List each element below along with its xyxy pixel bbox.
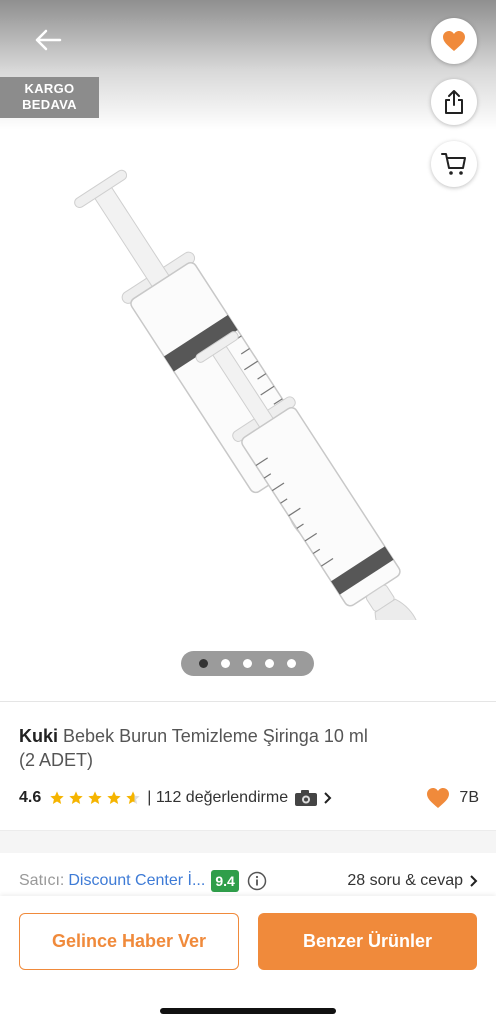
section-divider	[0, 830, 496, 853]
star-icon	[107, 791, 121, 804]
seller-label: Satıcı:	[19, 872, 65, 889]
pager-dot-1[interactable]	[199, 659, 209, 668]
questions-count: 28 soru & cevap	[347, 872, 463, 889]
notify-when-available-button[interactable]: Gelince Haber Ver	[19, 913, 239, 970]
back-button[interactable]	[28, 22, 68, 58]
image-pager	[181, 651, 314, 676]
heart-icon	[427, 788, 450, 808]
rating-value: 4.6	[19, 789, 42, 806]
similar-products-button[interactable]: Benzer Ürünler	[258, 913, 477, 970]
reviews-link[interactable]: | 112 değerlendirme	[147, 789, 333, 807]
product-brand[interactable]: Kuki	[19, 726, 58, 746]
bottom-action-bar: Gelince Haber Ver Benzer Ürünler	[0, 896, 496, 1024]
star-icon	[69, 791, 83, 804]
seller-link[interactable]: Discount Center İ...	[68, 872, 205, 890]
chevron-right-icon	[470, 875, 478, 887]
favorites-count-button[interactable]: 7B	[425, 787, 479, 809]
chevron-right-icon	[324, 792, 332, 804]
rating-row: 4.6 | 112 değerlendirme 7B	[19, 786, 479, 810]
pager-dot-3[interactable]	[242, 659, 252, 668]
camera-icon	[295, 790, 318, 806]
seller-row: Satıcı: Discount Center İ... 9.4 28 soru…	[19, 868, 479, 894]
badge-line-2: BEDAVA	[22, 97, 77, 112]
badge-line-1: KARGO	[24, 81, 75, 96]
pager-dot-5[interactable]	[286, 659, 296, 668]
star-icon	[50, 791, 64, 804]
heart-icon	[443, 31, 465, 51]
rating-stars	[49, 790, 141, 806]
info-icon	[247, 871, 267, 891]
share-icon	[445, 90, 463, 114]
star-icon	[88, 791, 102, 804]
home-indicator	[160, 1008, 336, 1014]
questions-link[interactable]: 28 soru & cevap	[347, 872, 479, 890]
product-name-line2: (2 ADET)	[19, 750, 94, 770]
favorite-button[interactable]	[431, 18, 477, 64]
seller-score-badge: 9.4	[211, 870, 239, 892]
divider	[0, 701, 496, 702]
info-button[interactable]	[247, 871, 267, 891]
free-shipping-badge: KARGO BEDAVA	[0, 77, 99, 118]
favorites-count: 7B	[459, 789, 479, 806]
product-title: Kuki Bebek Burun Temizleme Şiringa 10 ml…	[19, 724, 439, 772]
pager-dot-2[interactable]	[221, 659, 231, 668]
half-star-icon	[126, 791, 140, 804]
product-name: Bebek Burun Temizleme Şiringa 10 ml	[63, 726, 368, 746]
pager-dot-4[interactable]	[264, 659, 274, 668]
reviews-count: | 112 değerlendirme	[147, 789, 289, 806]
arrow-left-icon	[35, 29, 62, 51]
share-button[interactable]	[431, 79, 477, 125]
product-image	[74, 169, 420, 620]
